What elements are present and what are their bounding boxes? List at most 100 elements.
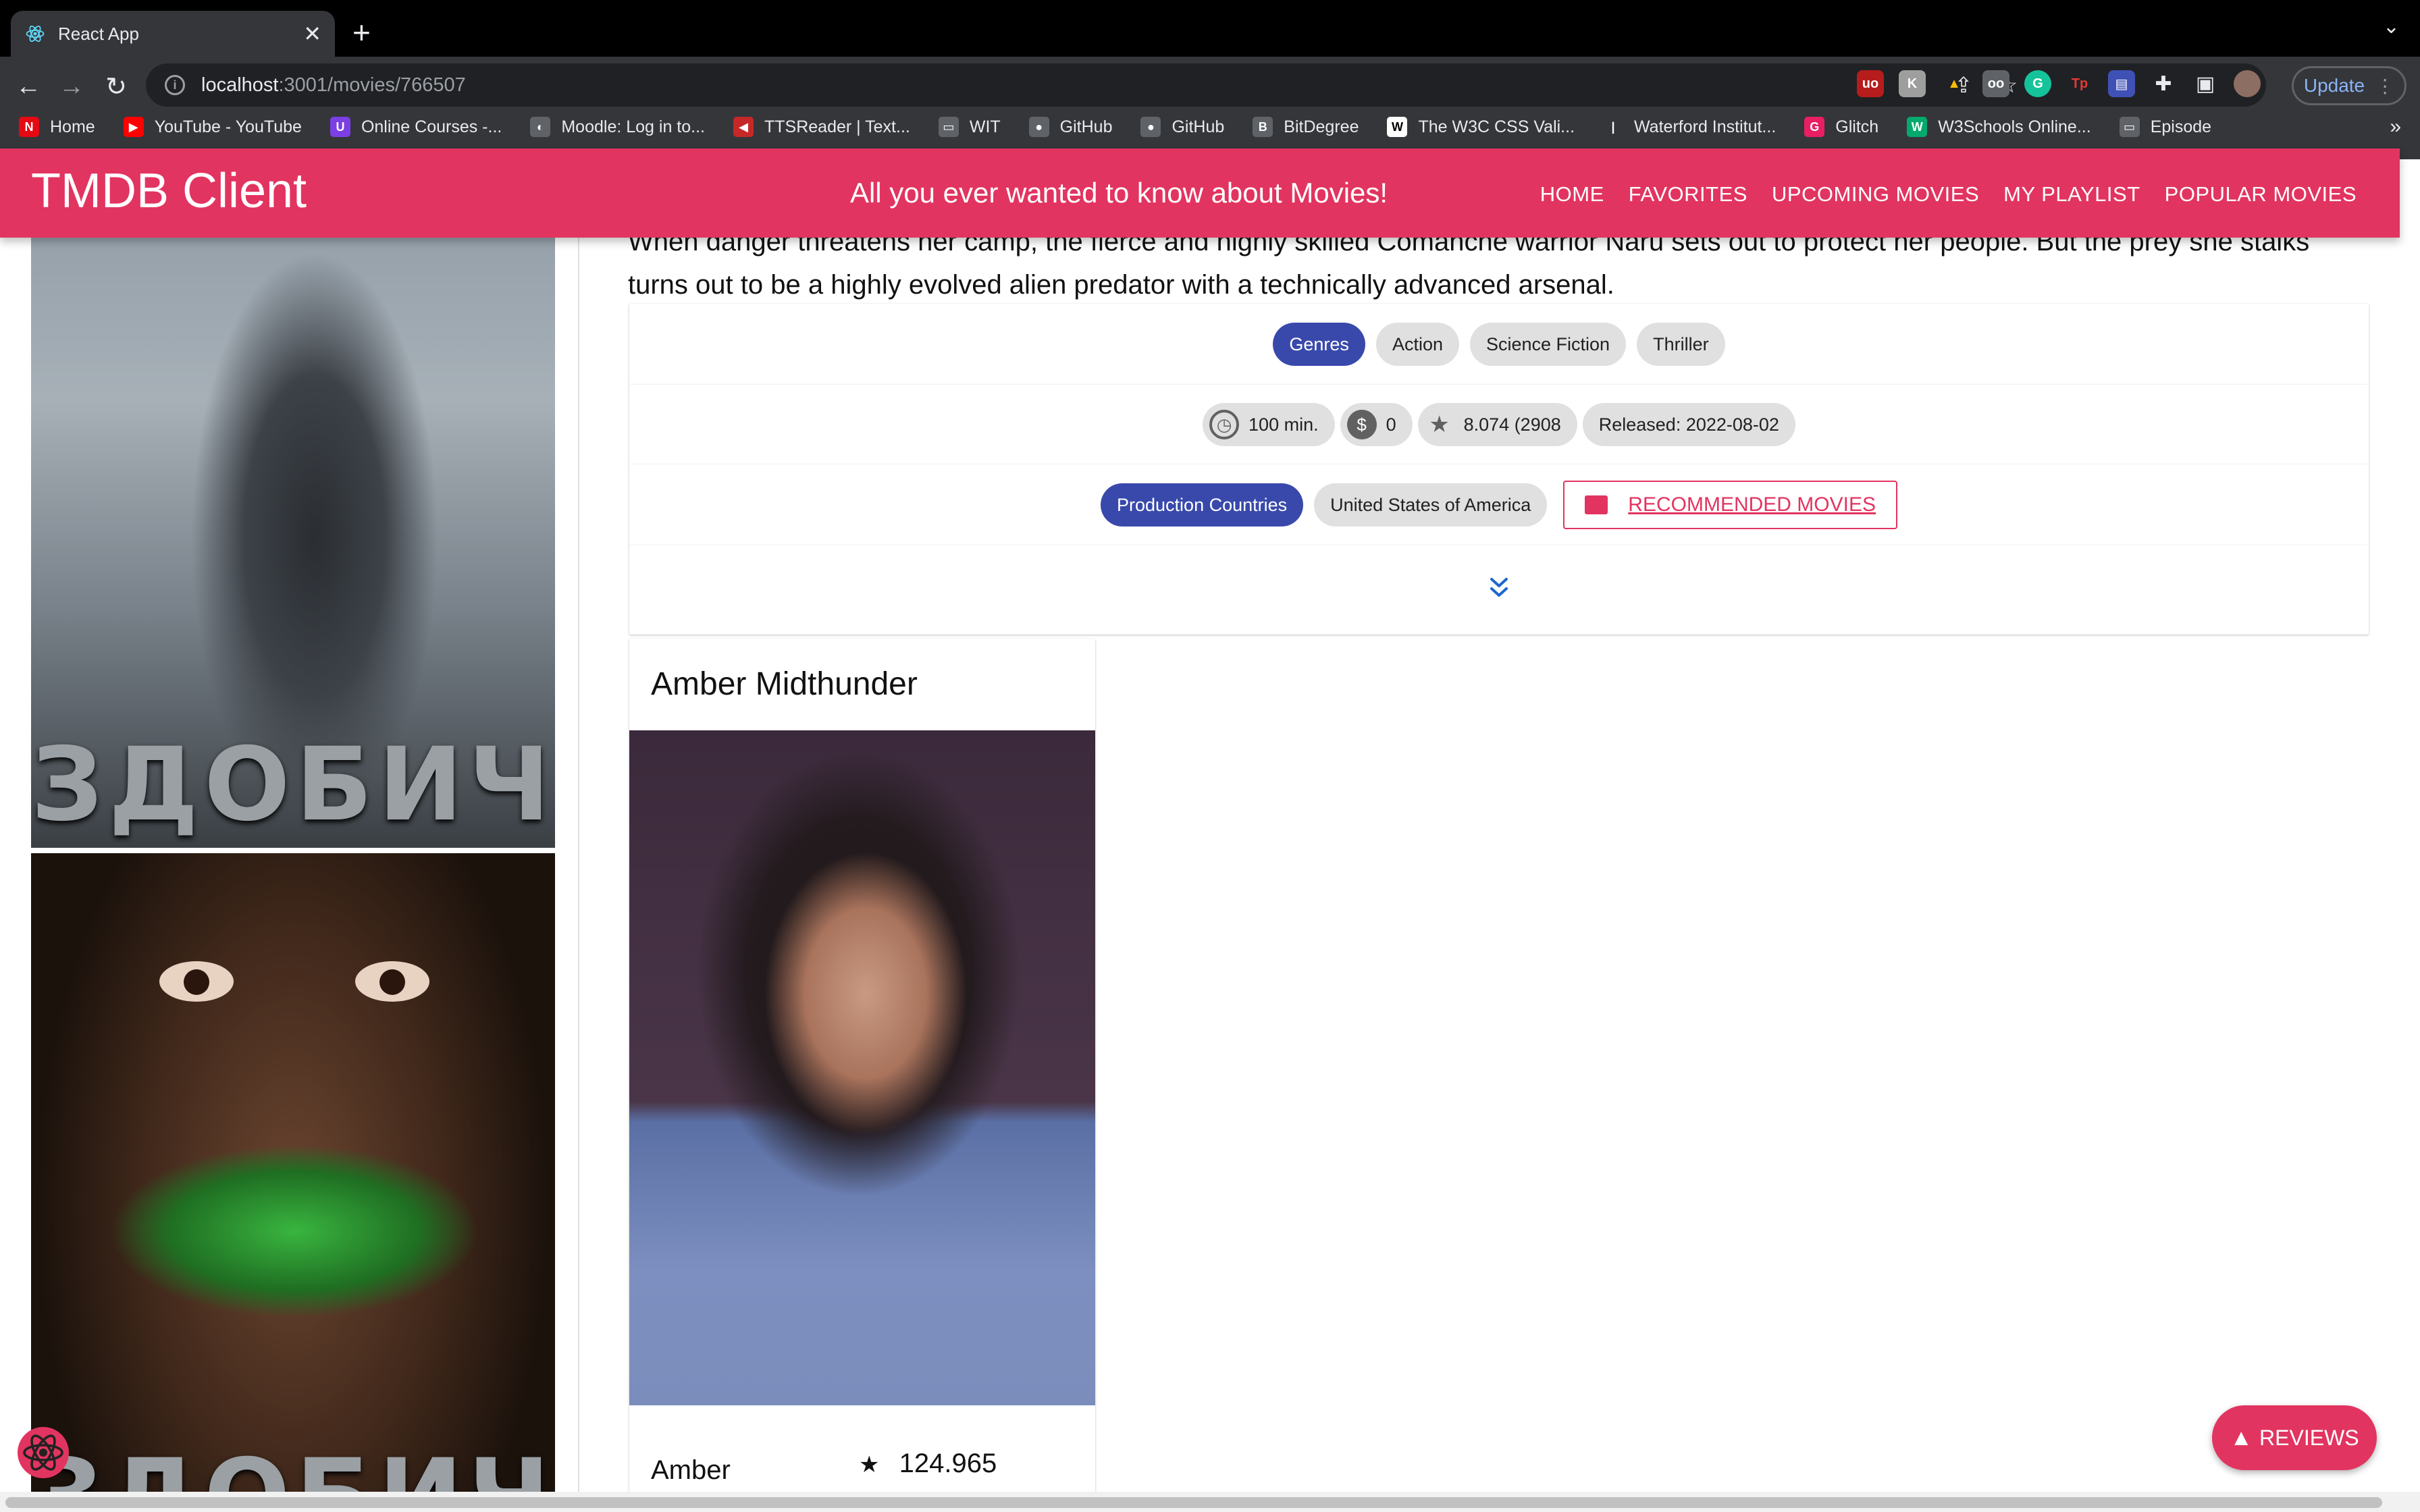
new-tab-button[interactable]: + xyxy=(352,15,371,50)
genre-chip[interactable]: Science Fiction xyxy=(1469,323,1627,366)
nav-my-playlist[interactable]: My Playlist xyxy=(2003,182,2140,207)
bookmark-label: GitHub xyxy=(1059,117,1113,136)
genre-chip[interactable]: Action xyxy=(1375,323,1459,366)
poster-title-art: ЗДОБИЧ xyxy=(31,726,555,844)
country-chip[interactable]: United States of America xyxy=(1314,483,1548,526)
url-path: :3001/movies/766507 xyxy=(278,74,466,96)
glitch-icon: G xyxy=(1804,117,1825,137)
clapperboard-icon xyxy=(1585,495,1608,514)
github-icon: ● xyxy=(1028,117,1049,137)
bookmark-label: BitDegree xyxy=(1284,117,1359,136)
grammarly-extension-icon[interactable]: G xyxy=(2024,70,2051,97)
star-icon: ★ xyxy=(1429,412,1450,437)
movie-poster: ЗДОБИЧ xyxy=(31,853,555,1492)
tab-close-icon[interactable]: ✕ xyxy=(303,23,321,45)
poster-eye-art xyxy=(159,961,234,1002)
reviews-label: Reviews xyxy=(2259,1425,2359,1450)
bookmark-item[interactable]: ▭ WIT xyxy=(938,117,1001,137)
bookmark-item[interactable]: W W3Schools Online... xyxy=(1907,117,2091,137)
profile-avatar[interactable] xyxy=(2234,70,2261,97)
recommended-movies-label: Recommended Movies xyxy=(1628,493,1876,516)
youtube-icon: ▶ xyxy=(123,117,144,137)
reviews-button[interactable]: ▲ Reviews xyxy=(2212,1405,2377,1470)
site-info-icon[interactable]: i xyxy=(165,75,185,95)
runtime-chip: ◷ 100 min. xyxy=(1203,403,1335,446)
tab-search-icon[interactable]: ⌄ xyxy=(2383,15,2400,38)
genres-card: Genres Action Science Fiction Thriller xyxy=(629,304,2369,385)
bookmark-label: The W3C CSS Vali... xyxy=(1418,117,1575,136)
drive-extension-icon[interactable]: ▲ xyxy=(1941,70,1968,97)
countries-label-chip: Production Countries xyxy=(1101,483,1304,526)
scrollbar-thumb[interactable] xyxy=(5,1497,2382,1508)
cast-popularity: ★ 124.965 xyxy=(859,1449,997,1479)
tp-extension-icon[interactable]: Tp xyxy=(2066,70,2093,97)
update-label: Update xyxy=(2303,75,2365,96)
bookmark-item[interactable]: B BitDegree xyxy=(1253,117,1359,137)
browser-tabstrip: React App ✕ + ⌄ xyxy=(0,0,2420,57)
poster-column: ЗДОБИЧ ЗДОБИЧ xyxy=(31,159,555,1492)
bookmark-item[interactable]: ◐ Moodle: Log in to... xyxy=(530,117,705,137)
expand-chevron-icon[interactable] xyxy=(1489,576,1509,603)
reader-extension-icon[interactable]: oo xyxy=(1982,70,2009,97)
clock-icon: ◷ xyxy=(1209,410,1240,439)
bookmark-label: Glitch xyxy=(1835,117,1879,136)
bookmarks-bar: N Home ▶ YouTube - YouTube U Online Courses -… xyxy=(0,108,2420,146)
bookmark-item[interactable]: N Home xyxy=(19,117,95,137)
back-arrow-icon[interactable]: ← xyxy=(11,69,46,104)
countries-card: Production Countries United States of Am… xyxy=(629,464,2369,545)
nav-home[interactable]: Home xyxy=(1540,182,1604,207)
movie-poster: ЗДОБИЧ xyxy=(31,159,555,848)
keyboard-extension-icon[interactable]: K xyxy=(1899,70,1926,97)
bookmark-label: Online Courses -... xyxy=(361,117,502,136)
nav-favorites[interactable]: Favorites xyxy=(1629,182,1747,207)
bookmark-item[interactable]: ● GitHub xyxy=(1028,117,1113,137)
genre-chip[interactable]: Thriller xyxy=(1637,323,1725,366)
rating-value: 8.074 (2908 xyxy=(1463,414,1561,435)
forward-arrow-icon[interactable]: → xyxy=(54,69,89,104)
bookmark-item[interactable]: ▶ YouTube - YouTube xyxy=(123,117,302,137)
revenue-chip: $ 0 xyxy=(1340,403,1413,446)
w3schools-icon: W xyxy=(1907,117,1928,137)
puzzle-extensions-icon[interactable]: ✚ xyxy=(2150,70,2177,97)
column-divider xyxy=(578,159,579,1492)
ublock-extension-icon[interactable]: uo xyxy=(1857,70,1884,97)
folder-icon: ▭ xyxy=(2119,117,2140,137)
react-devtools-icon[interactable] xyxy=(16,1426,70,1480)
bookmark-item[interactable]: ● GitHub xyxy=(1140,117,1224,137)
bookmark-item[interactable]: U Online Courses -... xyxy=(330,117,502,137)
bookmark-item[interactable]: | Waterford Institut... xyxy=(1603,117,1776,137)
notes-extension-icon[interactable]: ▤ xyxy=(2108,70,2135,97)
bookmark-item[interactable]: G Glitch xyxy=(1804,117,1878,137)
side-panel-icon[interactable]: ▣ xyxy=(2192,70,2219,97)
cast-card[interactable]: Amber Midthunder Amber Midthunder ★ 124.… xyxy=(629,639,1095,1492)
nav-popular-movies[interactable]: Popular Movies xyxy=(2165,182,2357,207)
extensions-row: uo K ▲ oo G Tp ▤ ✚ ▣ xyxy=(1857,70,2261,97)
github-icon: ● xyxy=(1140,117,1161,137)
dollar-icon: $ xyxy=(1346,410,1377,439)
update-button[interactable]: Update ⋮ xyxy=(2292,66,2406,105)
main-nav: Home Favorites Upcoming Movies My Playli… xyxy=(1540,182,2357,207)
genres-label-chip: Genres xyxy=(1273,323,1365,366)
speaker-icon: ◀ xyxy=(733,117,754,137)
bookmark-item[interactable]: ▭ Episode xyxy=(2119,117,2212,137)
navigation-arrow-icon: ▲ xyxy=(2230,1424,2253,1451)
cast-photo xyxy=(629,730,1095,1405)
horizontal-scrollbar[interactable] xyxy=(0,1492,2420,1512)
waterford-icon: | xyxy=(1603,117,1624,137)
nav-upcoming-movies[interactable]: Upcoming Movies xyxy=(1772,182,1979,207)
react-favicon-icon xyxy=(24,23,46,45)
more-menu-icon[interactable]: ⋮ xyxy=(2375,75,2394,97)
courses-icon: U xyxy=(330,117,350,137)
recommended-movies-button[interactable]: Recommended Movies xyxy=(1563,481,1897,529)
bookmark-item[interactable]: W The W3C CSS Vali... xyxy=(1387,117,1575,137)
reload-icon[interactable]: ↻ xyxy=(99,69,134,104)
cast-name: Amber Midthunder xyxy=(651,1455,731,1485)
app-header: TMDB Client All you ever wanted to know … xyxy=(0,148,2400,238)
movie-details-page: ЗДОБИЧ ЗДОБИЧ When danger threatens her … xyxy=(0,159,2400,1492)
bookmarks-overflow-icon[interactable]: » xyxy=(2390,108,2401,146)
revenue-value: 0 xyxy=(1386,414,1396,435)
bookmark-label: Episode xyxy=(2150,117,2212,136)
browser-tab[interactable]: React App ✕ xyxy=(11,11,335,57)
w3c-icon: W xyxy=(1387,117,1408,137)
bookmark-item[interactable]: ◀ TTSReader | Text... xyxy=(733,117,910,137)
